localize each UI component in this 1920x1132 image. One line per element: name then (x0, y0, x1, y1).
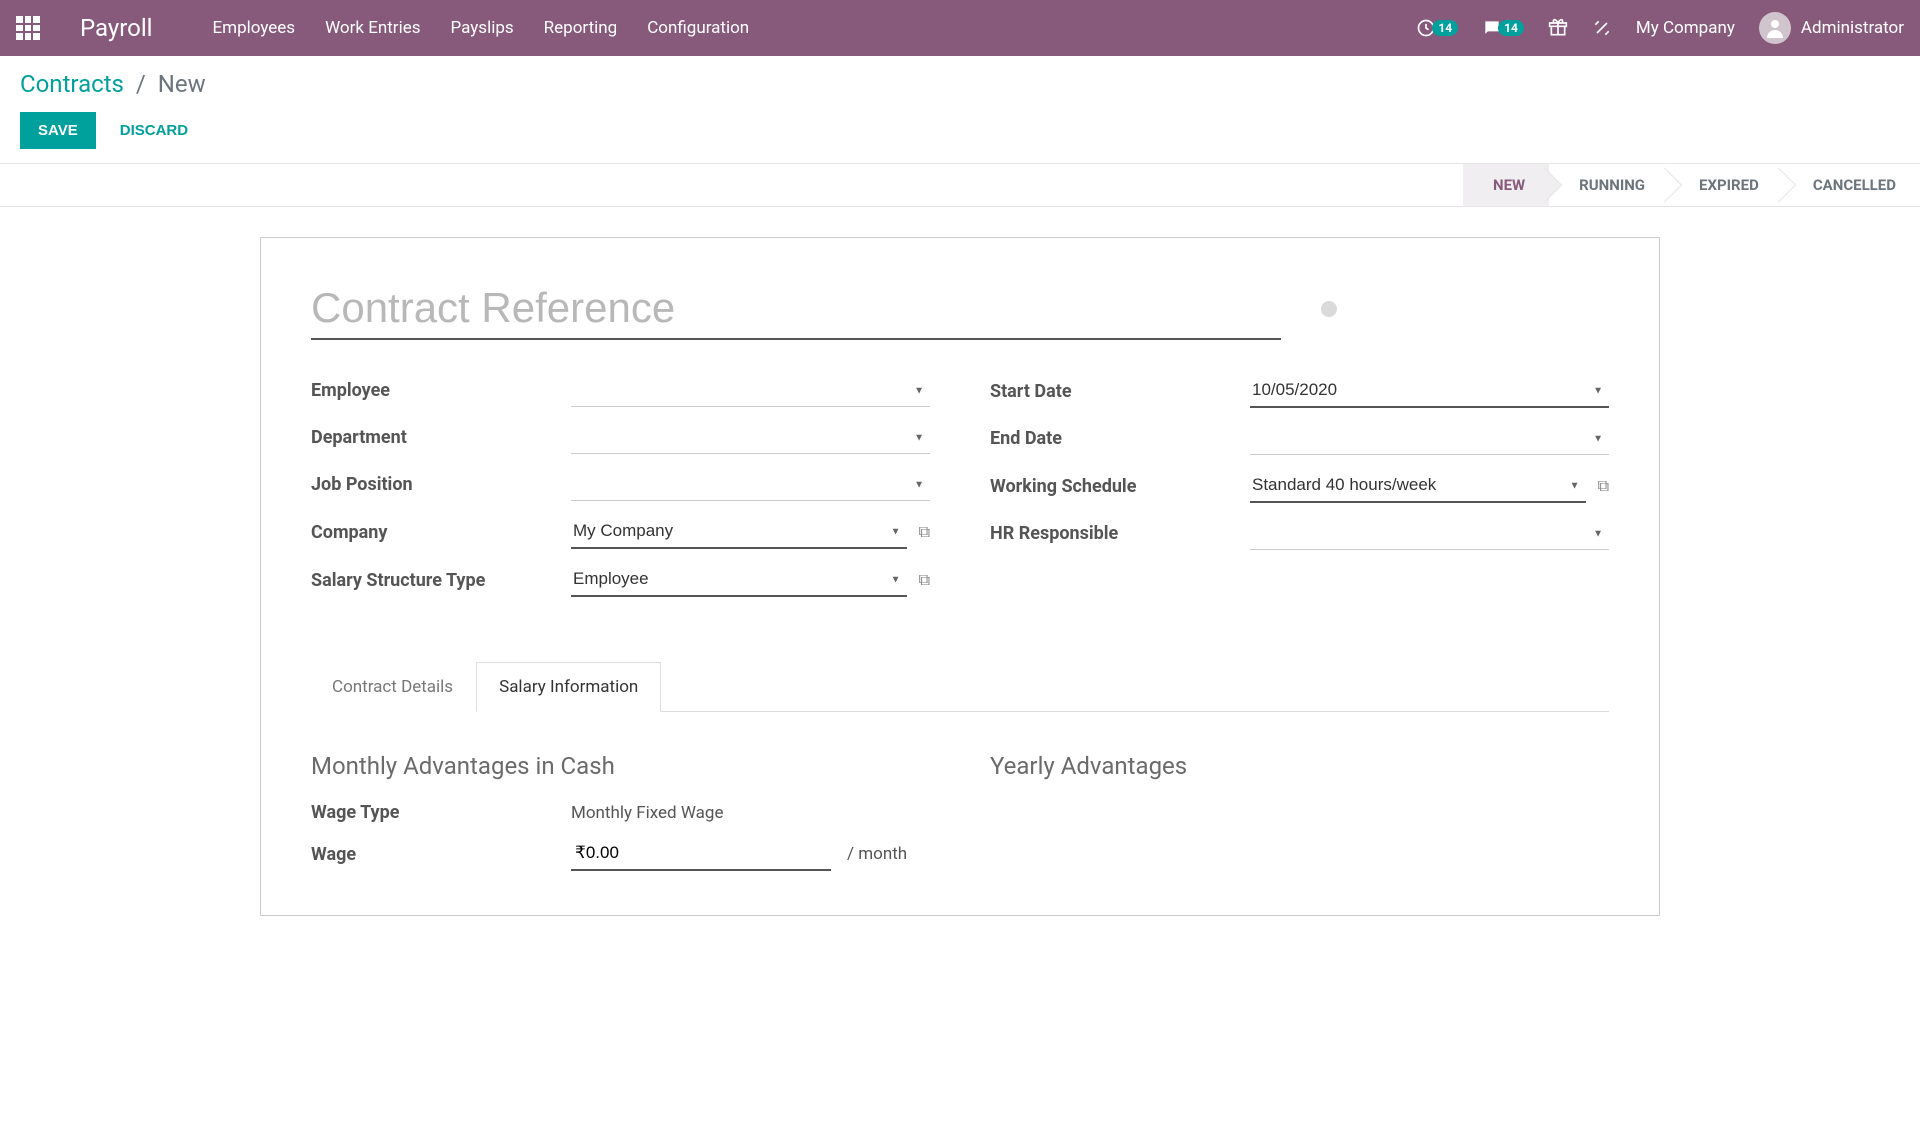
top-navbar: Payroll Employees Work Entries Payslips … (0, 0, 1920, 56)
label-job-position: Job Position (311, 474, 571, 495)
activities-button[interactable]: 14 (1416, 18, 1458, 38)
nav-item-reporting[interactable]: Reporting (544, 18, 618, 38)
tab-contract-details[interactable]: Contract Details (309, 662, 476, 712)
discard-button[interactable]: DISCARD (112, 112, 196, 149)
title-row (311, 278, 1609, 340)
control-panel: Contracts / New SAVE DISCARD (0, 56, 1920, 164)
breadcrumb-separator: / (136, 70, 146, 98)
company-field[interactable] (571, 515, 907, 549)
form-col-right: Start Date ▼ End Date ▼ Working Schedule (990, 374, 1609, 611)
department-field[interactable] (571, 421, 930, 454)
activities-badge: 14 (1432, 20, 1458, 36)
external-link-icon[interactable]: ⧉ (919, 522, 930, 542)
apps-icon[interactable] (16, 16, 40, 40)
wage-type-value: Monthly Fixed Wage (571, 803, 723, 823)
label-department: Department (311, 427, 571, 448)
wage-unit: / month (847, 844, 907, 864)
wrench-icon (1592, 18, 1612, 38)
label-end-date: End Date (990, 428, 1250, 449)
nav-right: 14 14 My Company Administrator (1416, 12, 1904, 44)
tab-content: Monthly Advantages in Cash Wage Type Mon… (311, 712, 1609, 915)
statusbar: NEW RUNNING EXPIRED CANCELLED (1463, 164, 1920, 206)
statusbar-wrap: NEW RUNNING EXPIRED CANCELLED (0, 164, 1920, 207)
gift-icon (1548, 18, 1568, 38)
contract-reference-input[interactable] (311, 278, 1281, 340)
tab-salary-information[interactable]: Salary Information (476, 662, 661, 712)
control-buttons: SAVE DISCARD (20, 112, 1900, 149)
hr-responsible-field[interactable] (1250, 517, 1609, 550)
external-link-icon[interactable]: ⧉ (919, 570, 930, 590)
tab-col-yearly: Yearly Advantages (990, 752, 1609, 885)
user-menu[interactable]: Administrator (1759, 12, 1904, 44)
user-icon (1763, 16, 1787, 40)
stage-new[interactable]: NEW (1463, 164, 1549, 206)
label-hr-responsible: HR Responsible (990, 523, 1250, 544)
label-wage: Wage (311, 844, 571, 865)
wage-input[interactable] (571, 837, 831, 871)
salary-structure-type-field[interactable] (571, 563, 907, 597)
breadcrumb: Contracts / New (20, 70, 1900, 98)
messages-badge: 14 (1498, 20, 1524, 36)
company-selector[interactable]: My Company (1636, 18, 1735, 38)
tabs: Contract Details Salary Information (309, 661, 1609, 712)
form-sheet: Employee ▼ Department ▼ Job Position (260, 237, 1660, 916)
nav-item-payslips[interactable]: Payslips (451, 18, 514, 38)
stage-expired[interactable]: EXPIRED (1669, 164, 1783, 206)
form-container: Employee ▼ Department ▼ Job Position (0, 207, 1920, 916)
yearly-advantages-title: Yearly Advantages (990, 752, 1609, 780)
label-employee: Employee (311, 380, 571, 401)
job-position-field[interactable] (571, 468, 930, 501)
stage-running[interactable]: RUNNING (1549, 164, 1669, 206)
username: Administrator (1801, 18, 1904, 38)
save-button[interactable]: SAVE (20, 112, 96, 149)
nav-item-work-entries[interactable]: Work Entries (325, 18, 420, 38)
external-link-icon[interactable]: ⧉ (1598, 476, 1609, 496)
breadcrumb-parent[interactable]: Contracts (20, 70, 124, 98)
developer-button[interactable] (1592, 18, 1612, 38)
working-schedule-field[interactable] (1250, 469, 1586, 503)
form-col-left: Employee ▼ Department ▼ Job Position (311, 374, 930, 611)
nav-menu: Employees Work Entries Payslips Reportin… (213, 18, 1417, 38)
label-wage-type: Wage Type (311, 802, 571, 823)
label-salary-structure-type: Salary Structure Type (311, 570, 571, 591)
label-company: Company (311, 522, 571, 543)
form-columns: Employee ▼ Department ▼ Job Position (311, 374, 1609, 611)
gift-button[interactable] (1548, 18, 1568, 38)
label-start-date: Start Date (990, 381, 1250, 402)
avatar (1759, 12, 1791, 44)
label-working-schedule: Working Schedule (990, 476, 1250, 497)
breadcrumb-current: New (158, 70, 206, 98)
tab-col-monthly: Monthly Advantages in Cash Wage Type Mon… (311, 752, 930, 885)
start-date-field[interactable] (1250, 374, 1609, 408)
employee-field[interactable] (571, 374, 930, 407)
messages-button[interactable]: 14 (1482, 18, 1524, 38)
end-date-field[interactable] (1250, 422, 1609, 455)
stage-cancelled[interactable]: CANCELLED (1783, 164, 1920, 206)
monthly-advantages-title: Monthly Advantages in Cash (311, 752, 930, 780)
nav-item-configuration[interactable]: Configuration (647, 18, 749, 38)
app-brand[interactable]: Payroll (80, 14, 153, 42)
nav-item-employees[interactable]: Employees (213, 18, 296, 38)
kanban-state-dot[interactable] (1321, 301, 1337, 317)
